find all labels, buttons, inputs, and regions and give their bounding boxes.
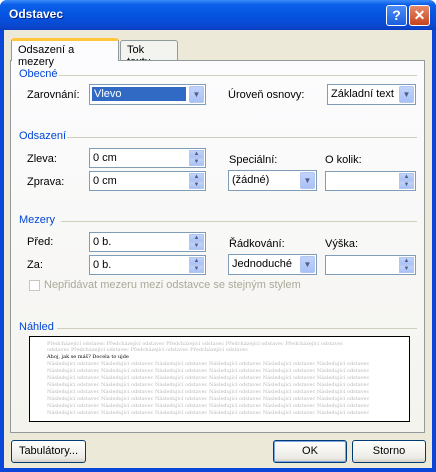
spacing-heading: Mezery (19, 214, 56, 226)
line-spacing-at-label: Výška: (325, 238, 359, 250)
tab-indents-spacing[interactable]: Odsazení a mezery (11, 38, 119, 68)
preview-heading: Náhled (19, 321, 54, 333)
special-select[interactable]: (žádné) ▼ (228, 170, 317, 191)
tab-panel: Obecné Zarovnání: Vlevo ▼ Úroveň osnovy:… (10, 60, 425, 433)
spacing-after-label: Za: (27, 259, 43, 271)
preview-next-paragraph: Následující odstavec Následující odstave… (47, 361, 370, 367)
indent-left-label: Zleva: (27, 153, 57, 165)
spacing-before-spinner[interactable]: 0 b. ▲ ▼ (89, 232, 206, 252)
spin-up-icon[interactable]: ▲ (189, 234, 204, 242)
spacing-before-label: Před: (27, 236, 54, 248)
dialog-body: Odsazení a mezery Tok textu Obecné Zarov… (4, 30, 432, 468)
paragraph-dialog: Odstavec ? ✕ Odsazení a mezery Tok textu… (0, 0, 436, 472)
cancel-button[interactable]: Storno (352, 440, 426, 463)
preview-box: Předcházející odstavec Předcházející ods… (29, 336, 410, 422)
dont-add-space-checkbox[interactable] (29, 280, 40, 291)
indent-heading: Odsazení (19, 130, 67, 142)
preview-previous-paragraph: odstavec Předcházející odstavec Předcház… (47, 347, 249, 353)
general-heading: Obecné (19, 68, 58, 80)
indent-left-value: 0 cm (93, 152, 117, 164)
indent-right-value: 0 cm (93, 175, 117, 187)
preview-divider (57, 328, 417, 329)
ok-button-label: OK (302, 445, 318, 457)
dialog-title: Odstavec (9, 7, 64, 21)
cancel-button-label: Storno (372, 445, 406, 457)
chevron-down-icon[interactable]: ▼ (300, 172, 315, 189)
outline-level-select[interactable]: Základní text ▼ (327, 84, 416, 105)
close-icon: ✕ (413, 7, 426, 23)
spacing-before-value: 0 b. (93, 236, 112, 248)
line-spacing-label: Řádkování: (229, 238, 285, 250)
indent-left-spinner[interactable]: 0 cm ▲ ▼ (89, 148, 206, 168)
spin-down-icon[interactable]: ▼ (189, 265, 204, 273)
chevron-down-icon[interactable]: ▼ (399, 86, 414, 103)
preview-next-paragraph: Následující odstavec Následující odstave… (47, 403, 370, 409)
spin-up-icon[interactable]: ▲ (399, 173, 414, 181)
indent-right-label: Zprava: (27, 176, 65, 188)
ok-button[interactable]: OK (273, 440, 347, 463)
spin-down-icon[interactable]: ▼ (399, 265, 414, 273)
tabs-button-label: Tabulátory... (18, 445, 79, 457)
preview-next-paragraph: Následující odstavec Následující odstave… (47, 375, 370, 381)
tab-line-page-breaks[interactable]: Tok textu (120, 40, 178, 68)
tabs-button[interactable]: Tabulátory... (11, 440, 86, 463)
preview-next-paragraph: Následující odstavec Následující odstave… (47, 382, 370, 388)
line-spacing-at-spinner[interactable]: ▲ ▼ (325, 255, 416, 275)
help-button[interactable]: ? (386, 5, 407, 26)
preview-next-paragraph: Následující odstavec Následující odstave… (47, 396, 370, 402)
spacing-after-spinner[interactable]: 0 b. ▲ ▼ (89, 255, 206, 275)
preview-next-paragraph: Následující odstavec Následující odstave… (47, 389, 370, 395)
help-icon: ? (392, 7, 401, 23)
chevron-down-icon[interactable]: ▼ (300, 256, 315, 273)
preview-next-paragraph: Následující odstavec Následující odstave… (47, 410, 370, 416)
indent-by-label: O kolik: (325, 154, 362, 166)
line-spacing-value: Jednoduché (232, 258, 292, 270)
indent-right-spinner[interactable]: 0 cm ▲ ▼ (89, 171, 206, 191)
spin-up-icon[interactable]: ▲ (189, 257, 204, 265)
alignment-select[interactable]: Vlevo ▼ (89, 84, 206, 105)
preview-next-paragraph: Následující odstavec Následující odstave… (47, 368, 370, 374)
general-divider (59, 75, 417, 76)
close-button[interactable]: ✕ (409, 5, 430, 26)
chevron-down-icon[interactable]: ▼ (189, 86, 204, 103)
special-label: Speciální: (229, 154, 278, 166)
outline-level-value: Základní text (331, 88, 394, 100)
spin-down-icon[interactable]: ▼ (189, 242, 204, 250)
spin-down-icon[interactable]: ▼ (189, 181, 204, 189)
line-spacing-select[interactable]: Jednoduché ▼ (228, 254, 317, 275)
indent-divider (67, 137, 417, 138)
spin-up-icon[interactable]: ▲ (189, 173, 204, 181)
indent-by-spinner[interactable]: ▲ ▼ (325, 171, 416, 191)
alignment-value: Vlevo (92, 87, 186, 101)
spin-up-icon[interactable]: ▲ (189, 150, 204, 158)
special-value: (žádné) (232, 174, 270, 186)
alignment-label: Zarovnání: (27, 89, 80, 101)
preview-current-paragraph: Ahoj, jak se máš? Docela to ujde (47, 354, 129, 360)
spin-down-icon[interactable]: ▼ (399, 181, 414, 189)
spacing-divider (61, 221, 417, 222)
spin-down-icon[interactable]: ▼ (189, 158, 204, 166)
dont-add-space-label: Nepřidávat mezeru mezi odstavce se stejn… (44, 279, 301, 291)
title-bar[interactable]: Odstavec ? ✕ (0, 0, 436, 30)
outline-level-label: Úroveň osnovy: (228, 89, 305, 101)
spin-up-icon[interactable]: ▲ (399, 257, 414, 265)
spacing-after-value: 0 b. (93, 259, 112, 271)
